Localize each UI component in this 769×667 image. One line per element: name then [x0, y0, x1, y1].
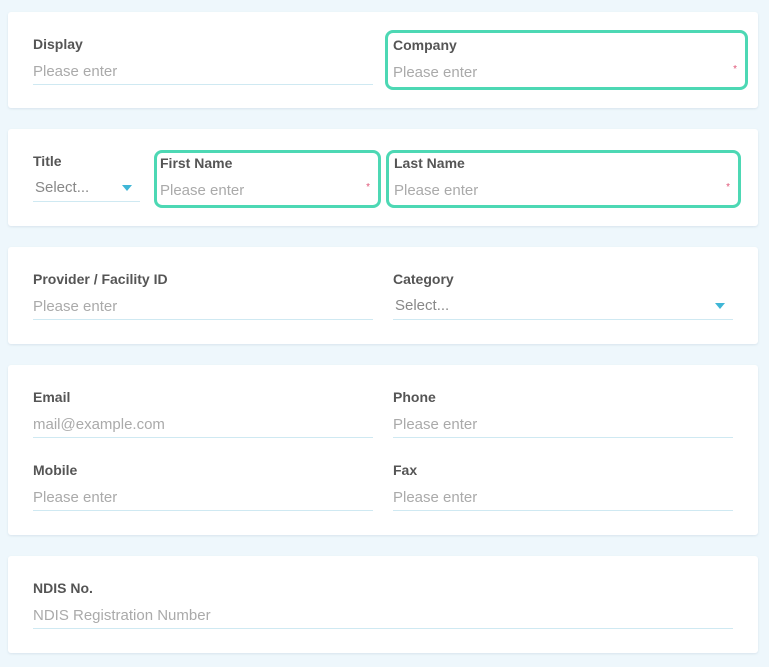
email-field: Email [33, 389, 373, 438]
title-select-value: Select... [35, 179, 90, 196]
chevron-down-icon [122, 185, 132, 191]
title-field: Title Select... [33, 153, 140, 202]
ndis-input-wrap [33, 604, 733, 629]
phone-label: Phone [393, 389, 436, 405]
provider-id-field: Provider / Facility ID [33, 271, 373, 320]
display-label: Display [33, 36, 83, 52]
mobile-input[interactable] [33, 486, 373, 508]
category-select-value: Select... [395, 297, 450, 314]
email-label: Email [33, 389, 71, 405]
company-required-marker: * [733, 64, 737, 75]
last-name-required-marker: * [726, 182, 730, 193]
fax-label: Fax [393, 462, 418, 478]
email-input-wrap [33, 413, 373, 438]
category-select[interactable]: Select... [393, 295, 733, 320]
last-name-input[interactable] [394, 179, 732, 201]
mobile-label: Mobile [33, 462, 78, 478]
first-name-field: First Name * [154, 150, 381, 208]
phone-input-wrap [393, 413, 733, 438]
chevron-down-icon [715, 303, 725, 309]
fax-input-wrap [393, 486, 733, 511]
email-input[interactable] [33, 413, 373, 435]
company-field: Company * [385, 30, 748, 90]
last-name-field: Last Name * [386, 150, 741, 208]
contact-form: Display Company * Title Select... First … [0, 0, 769, 667]
first-name-input-wrap: * [160, 179, 372, 204]
company-input-wrap: * [393, 61, 739, 86]
first-name-required-marker: * [366, 182, 370, 193]
card-contact: Email Phone Mobile Fax [8, 365, 758, 535]
title-label: Title [33, 153, 62, 169]
card-provider-category: Provider / Facility ID Category Select..… [8, 247, 758, 344]
ndis-field: NDIS No. [33, 580, 733, 629]
provider-id-input[interactable] [33, 295, 373, 317]
fax-input[interactable] [393, 486, 733, 508]
title-select[interactable]: Select... [33, 177, 140, 202]
first-name-input[interactable] [160, 179, 372, 201]
display-input[interactable] [33, 60, 373, 82]
last-name-label: Last Name [394, 155, 465, 171]
fax-field: Fax [393, 462, 733, 511]
phone-field: Phone [393, 389, 733, 438]
company-input[interactable] [393, 61, 739, 83]
display-input-wrap [33, 60, 373, 85]
ndis-label: NDIS No. [33, 580, 93, 596]
phone-input[interactable] [393, 413, 733, 435]
last-name-input-wrap: * [394, 179, 732, 204]
mobile-field: Mobile [33, 462, 373, 511]
first-name-label: First Name [160, 155, 233, 171]
category-field: Category Select... [393, 271, 733, 320]
company-label: Company [393, 37, 457, 53]
mobile-input-wrap [33, 486, 373, 511]
ndis-input[interactable] [33, 604, 733, 626]
display-field: Display [33, 36, 373, 85]
card-ndis: NDIS No. [8, 556, 758, 653]
category-label: Category [393, 271, 454, 287]
provider-id-label: Provider / Facility ID [33, 271, 168, 287]
provider-id-input-wrap [33, 295, 373, 320]
